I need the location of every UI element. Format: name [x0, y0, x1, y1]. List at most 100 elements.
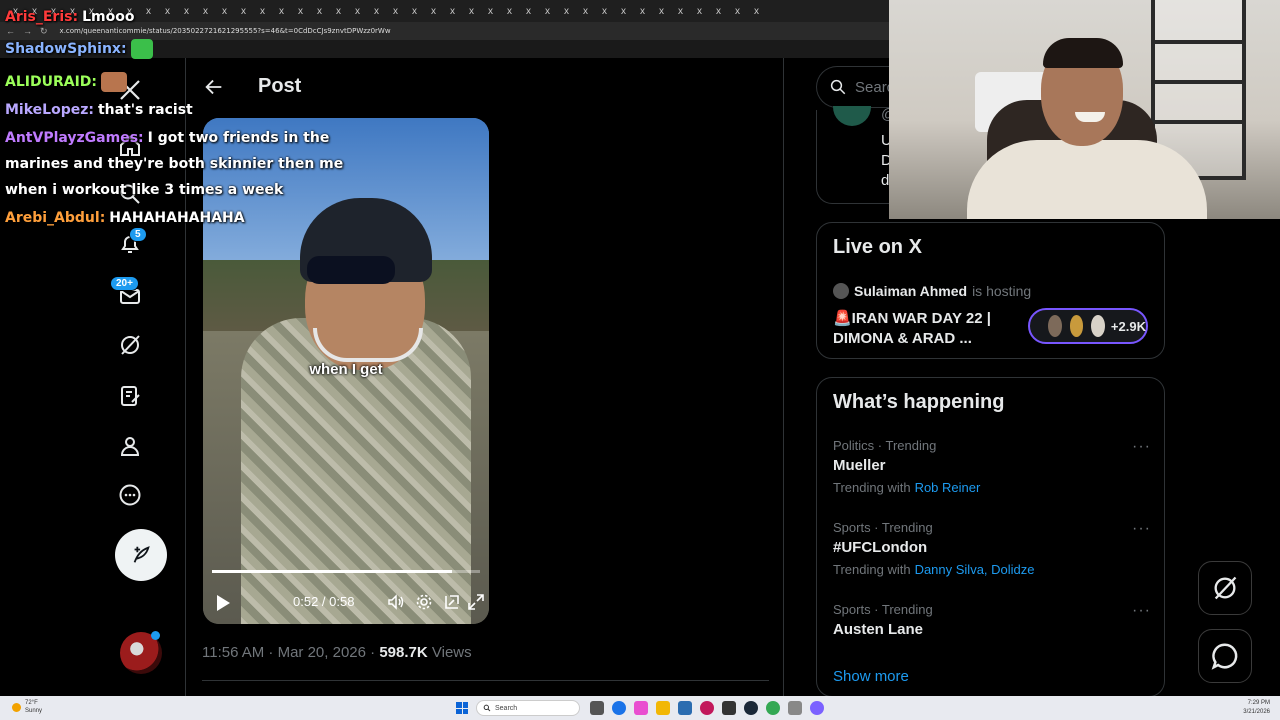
- tab-close-icon[interactable]: x: [348, 0, 367, 22]
- tab-close-icon[interactable]: x: [633, 0, 652, 22]
- compose-post-button[interactable]: [115, 529, 167, 581]
- tab-close-icon[interactable]: x: [443, 0, 462, 22]
- taskbar-search[interactable]: Search: [476, 700, 580, 716]
- video-progress-bar[interactable]: [212, 570, 480, 573]
- tab-close-icon[interactable]: x: [614, 0, 633, 22]
- avatar-status-dot: [151, 631, 160, 640]
- feather-plus-icon: [133, 546, 150, 563]
- trend-more-icon[interactable]: ···: [1132, 520, 1151, 538]
- tab-close-icon[interactable]: x: [424, 0, 443, 22]
- copilot-icon[interactable]: [634, 701, 648, 715]
- video-frame-mask: [313, 328, 423, 362]
- tab-close-icon[interactable]: x: [519, 0, 538, 22]
- tab-close-icon[interactable]: x: [310, 0, 329, 22]
- tab-close-icon[interactable]: x: [747, 0, 766, 22]
- tab-close-icon[interactable]: x: [405, 0, 424, 22]
- chrome-icon[interactable]: [766, 701, 780, 715]
- app-icon[interactable]: [788, 701, 802, 715]
- volume-icon[interactable]: [387, 593, 405, 611]
- trend-item[interactable]: Sports · Trending Austen Lane ···: [833, 602, 1153, 638]
- chat-username: ShadowSphinx:: [5, 41, 127, 57]
- tab-close-icon[interactable]: x: [652, 0, 671, 22]
- trend-with-link[interactable]: Rob Reiner: [915, 480, 981, 495]
- tab-close-icon[interactable]: x: [329, 0, 348, 22]
- tab-close-icon[interactable]: x: [291, 0, 310, 22]
- tab-close-icon[interactable]: x: [177, 0, 196, 22]
- trend-with-label: Trending with: [833, 480, 911, 495]
- page-title: Post: [258, 75, 302, 97]
- taskbar-weather[interactable]: 72°F Sunny: [12, 699, 42, 715]
- tab-close-icon[interactable]: x: [139, 0, 158, 22]
- tab-close-icon[interactable]: x: [386, 0, 405, 22]
- tab-close-icon[interactable]: x: [253, 0, 272, 22]
- tab-close-icon[interactable]: x: [272, 0, 291, 22]
- more-options-icon[interactable]: [116, 481, 144, 509]
- grok-icon[interactable]: [116, 331, 144, 359]
- trend-category: Sports · Trending: [833, 520, 933, 535]
- app-icon[interactable]: [700, 701, 714, 715]
- settings-gear-icon[interactable]: [415, 593, 433, 611]
- views-count: 598.7K: [379, 644, 428, 661]
- trend-with-link[interactable]: Danny Silva, Dolidze: [915, 562, 1035, 577]
- chat-username: Aris_Eris:: [5, 9, 79, 25]
- messages-badge: 20+: [110, 276, 139, 291]
- app-icon[interactable]: [722, 701, 736, 715]
- tab-close-icon[interactable]: x: [367, 0, 386, 22]
- chat-message: ShadowSphinx:: [5, 36, 153, 62]
- back-arrow-icon[interactable]: [203, 76, 225, 98]
- webcam-hoodie: [967, 140, 1207, 219]
- tab-close-icon[interactable]: x: [215, 0, 234, 22]
- live-host-line[interactable]: Sulaiman Ahmed is hosting: [833, 283, 1031, 299]
- steam-icon[interactable]: [744, 701, 758, 715]
- tab-close-icon[interactable]: x: [690, 0, 709, 22]
- trend-item[interactable]: Sports · Trending #UFCLondon Trending wi…: [833, 520, 1153, 577]
- video-caption: when I get: [309, 361, 383, 378]
- post-divider: [202, 680, 769, 681]
- listener-avatar: [1089, 313, 1107, 339]
- edge-icon[interactable]: [612, 701, 626, 715]
- tab-close-icon[interactable]: x: [709, 0, 728, 22]
- trend-more-icon[interactable]: ···: [1132, 438, 1151, 456]
- grok-float-button[interactable]: [1198, 561, 1252, 615]
- task-view-icon[interactable]: [590, 701, 604, 715]
- messages-float-button[interactable]: [1198, 629, 1252, 683]
- trend-name: Mueller: [833, 457, 886, 474]
- tab-close-icon[interactable]: x: [158, 0, 177, 22]
- suggested-user-avatar[interactable]: [833, 106, 871, 126]
- face-emote: [101, 72, 127, 92]
- store-icon[interactable]: [678, 701, 692, 715]
- tab-close-icon[interactable]: x: [576, 0, 595, 22]
- tab-close-icon[interactable]: x: [500, 0, 519, 22]
- file-explorer-icon[interactable]: [656, 701, 670, 715]
- trend-category: Politics · Trending: [833, 438, 937, 453]
- tab-close-icon[interactable]: x: [671, 0, 690, 22]
- tab-close-icon[interactable]: x: [234, 0, 253, 22]
- windows-start-icon[interactable]: [456, 702, 468, 714]
- who-to-follow-card-partial: @ U D d: [816, 106, 896, 204]
- tab-close-icon[interactable]: x: [595, 0, 614, 22]
- chat-message-continuation: marines and they're both skinnier then m…: [5, 151, 343, 177]
- taskbar-clock[interactable]: 7:29 PM 3/21/2026: [1243, 699, 1270, 717]
- app-icon[interactable]: [810, 701, 824, 715]
- whats-happening-title: What’s happening: [833, 391, 1005, 413]
- chat-message: Arebi_Abdul: HAHAHAHAHAHA: [5, 205, 245, 231]
- trend-more-icon[interactable]: ···: [1132, 602, 1151, 620]
- tab-close-icon[interactable]: x: [196, 0, 215, 22]
- profile-icon[interactable]: [116, 432, 144, 460]
- space-title[interactable]: 🚨IRAN WAR DAY 22 | DIMONA & ARAD ...: [833, 309, 1013, 349]
- tab-close-icon[interactable]: x: [462, 0, 481, 22]
- space-listeners-pill[interactable]: +2.9K: [1028, 308, 1148, 344]
- show-more-link[interactable]: Show more: [833, 668, 909, 685]
- play-icon[interactable]: [215, 594, 231, 612]
- dock-video-icon[interactable]: [443, 593, 461, 611]
- trend-item[interactable]: Politics · Trending Mueller Trending wit…: [833, 438, 1153, 495]
- clock-time: 7:29 PM: [1247, 700, 1270, 706]
- tab-close-icon[interactable]: x: [538, 0, 557, 22]
- tab-close-icon[interactable]: x: [557, 0, 576, 22]
- fullscreen-icon[interactable]: [467, 593, 485, 611]
- articles-icon[interactable]: [116, 382, 144, 410]
- post-timestamp[interactable]: 11:56 AM · Mar 20, 2026: [202, 644, 366, 661]
- tab-close-icon[interactable]: x: [728, 0, 747, 22]
- tab-close-icon[interactable]: x: [481, 0, 500, 22]
- trend-with-label: Trending with: [833, 562, 911, 577]
